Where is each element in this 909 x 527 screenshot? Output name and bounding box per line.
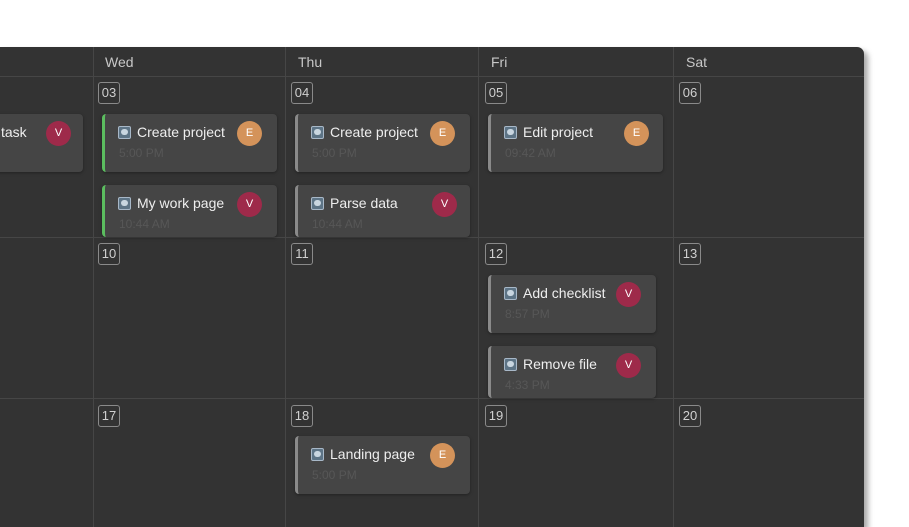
task-icon [311, 126, 324, 139]
event-card[interactable]: Create project 5:00 PM E [102, 114, 277, 172]
assignee-avatar: V [432, 192, 457, 217]
grid-divider [0, 76, 864, 77]
event-time: 09:42 AM [505, 146, 556, 160]
grid-divider [285, 47, 286, 527]
task-icon [118, 126, 131, 139]
assignee-avatar: E [430, 443, 455, 468]
event-card[interactable]: Edit project 09:42 AM E [488, 114, 663, 172]
event-title: Edit project [523, 124, 594, 140]
day-number[interactable]: 04 [291, 82, 313, 104]
task-icon [118, 197, 131, 210]
event-time: 5:00 PM [312, 468, 357, 482]
task-icon [311, 197, 324, 210]
event-time: 4:33 PM [505, 378, 550, 392]
day-number[interactable]: 20 [679, 405, 701, 427]
day-number[interactable]: 06 [679, 82, 701, 104]
day-number[interactable]: 05 [485, 82, 507, 104]
event-title: Create project [330, 124, 418, 140]
day-number[interactable]: 10 [98, 243, 120, 265]
event-card[interactable]: My work page 10:44 AM V [102, 185, 277, 237]
event-title: Remove file [523, 356, 597, 372]
day-number[interactable]: 11 [291, 243, 313, 265]
event-title: Create project [137, 124, 225, 140]
day-number[interactable]: 17 [98, 405, 120, 427]
event-title: task [1, 124, 27, 140]
event-title: My work page [137, 195, 225, 211]
grid-divider [0, 398, 864, 399]
day-number[interactable]: 18 [291, 405, 313, 427]
task-icon [504, 126, 517, 139]
event-title: Add checklist [523, 285, 606, 301]
assignee-avatar: V [616, 282, 641, 307]
event-card[interactable]: Create project 5:00 PM E [295, 114, 470, 172]
grid-divider [0, 237, 864, 238]
event-card[interactable]: Add checklist 8:57 PM V [488, 275, 656, 333]
day-number[interactable]: 12 [485, 243, 507, 265]
assignee-avatar: E [624, 121, 649, 146]
day-number[interactable]: 19 [485, 405, 507, 427]
event-time: 5:00 PM [119, 146, 164, 160]
assignee-avatar: V [237, 192, 262, 217]
assignee-avatar: V [46, 121, 71, 146]
day-number[interactable]: 13 [679, 243, 701, 265]
calendar-month-view: Wed Thu Fri Sat 03 04 05 06 10 11 12 13 … [0, 47, 864, 527]
task-icon [504, 287, 517, 300]
assignee-avatar: E [430, 121, 455, 146]
day-number[interactable]: 03 [98, 82, 120, 104]
column-header-fri: Fri [491, 54, 508, 70]
event-time: 10:44 AM [119, 217, 170, 231]
assignee-avatar: V [616, 353, 641, 378]
assignee-avatar: E [237, 121, 262, 146]
event-card[interactable]: task V [0, 114, 83, 172]
event-card[interactable]: Remove file 4:33 PM V [488, 346, 656, 398]
column-header-wed: Wed [105, 54, 134, 70]
grid-divider [93, 47, 94, 527]
column-header-sat: Sat [686, 54, 708, 70]
grid-divider [673, 47, 674, 527]
column-header-thu: Thu [298, 54, 323, 70]
grid-divider [478, 47, 479, 527]
event-title: Landing page [330, 446, 415, 462]
event-time: 10:44 AM [312, 217, 363, 231]
event-title: Parse data [330, 195, 398, 211]
event-card[interactable]: Landing page 5:00 PM E [295, 436, 470, 494]
event-time: 8:57 PM [505, 307, 550, 321]
event-card[interactable]: Parse data 10:44 AM V [295, 185, 470, 237]
task-icon [504, 358, 517, 371]
task-icon [311, 448, 324, 461]
event-time: 5:00 PM [312, 146, 357, 160]
